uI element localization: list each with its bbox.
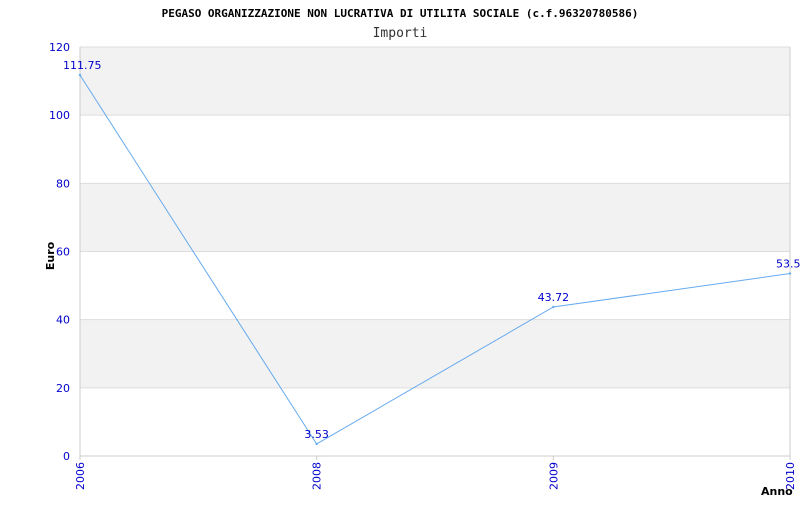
y-axis-label: Euro [44,241,57,270]
y-tick-label: 20 [56,382,70,395]
x-tick-labels: 2006 2008 2009 2010 [74,456,797,490]
background-band [80,115,790,184]
x-tick-label: 2006 [74,462,87,490]
background-band [80,251,790,320]
y-tick-label: 80 [56,177,70,190]
data-label: 43.72 [538,291,570,304]
y-tick-label: 100 [49,109,70,122]
data-label: 3.53 [304,428,329,441]
x-tick-label: 2009 [547,462,560,490]
y-tick-label: 40 [56,314,70,327]
data-point [78,73,82,77]
y-tick-label: 60 [56,246,70,259]
y-tick-label: 120 [49,41,70,54]
background-band [80,319,790,388]
chart-title: PEGASO ORGANIZZAZIONE NON LUCRATIVA DI U… [162,7,639,20]
data-point [315,442,318,446]
chart: 0 20 40 60 80 100 120 2006 2008 2009 2010 111.75 3… [0,0,800,500]
data-point [788,272,792,275]
x-tick-label: 2008 [311,462,324,490]
line-chart-svg: 020406080100120 2006 2008 2009 2010 111.753… [44,7,800,498]
data-label: 53.53 [776,258,800,271]
data-point [552,305,555,309]
background-band [80,387,790,456]
background-band [80,47,790,116]
data-label: 111.75 [63,59,102,72]
chart-subtitle: Importi [373,26,428,41]
x-axis-label: Anno [761,485,793,498]
y-tick-label: 0 [63,450,70,463]
